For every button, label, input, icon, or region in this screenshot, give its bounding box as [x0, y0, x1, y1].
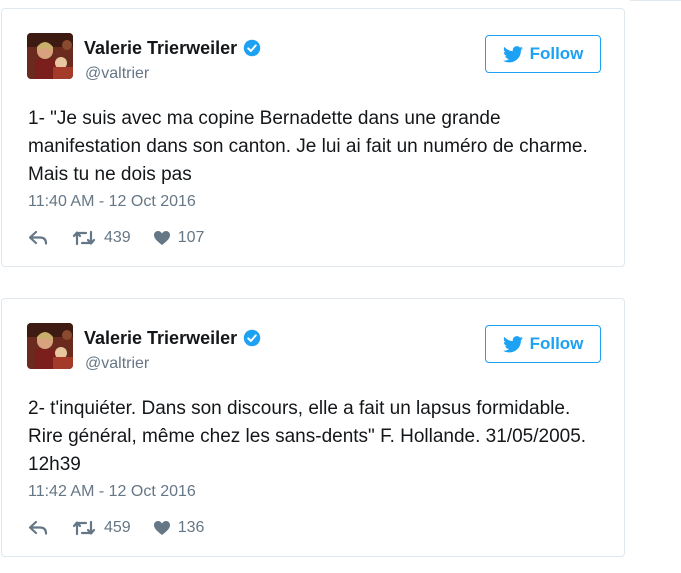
tweet-timestamp[interactable]: 11:42 AM - 12 Oct 2016	[28, 482, 196, 502]
top-divider	[630, 0, 681, 1]
tweet-actions: 459 136	[28, 517, 204, 539]
author-name-row: Valerie Trierweiler	[84, 37, 261, 59]
reply-icon	[28, 230, 48, 245]
verified-badge-icon	[243, 329, 261, 347]
retweet-count: 459	[104, 519, 131, 536]
reply-icon	[28, 520, 48, 535]
follow-label: Follow	[529, 44, 584, 63]
reply-button[interactable]	[28, 520, 50, 536]
like-button[interactable]: 107	[153, 229, 205, 247]
like-button[interactable]: 136	[153, 519, 205, 537]
twitter-bird-icon	[502, 45, 523, 62]
retweet-button[interactable]: 459	[72, 519, 131, 537]
retweet-icon	[72, 230, 96, 246]
tweet-card: Valerie Trierweiler @valtrier Follow 2- …	[1, 298, 625, 557]
retweet-button[interactable]: 439	[72, 229, 131, 247]
avatar[interactable]	[27, 323, 73, 369]
reply-button[interactable]	[28, 230, 50, 246]
author-name[interactable]: Valerie Trierweiler	[84, 327, 237, 349]
tweet-text: 2- t'inquiéter. Dans son discours, elle …	[28, 398, 587, 475]
tweet-text: 1- "Je suis avec ma copine Bernadette da…	[28, 108, 588, 185]
follow-label: Follow	[529, 334, 584, 353]
author-handle[interactable]: @valtrier	[85, 64, 149, 84]
follow-button[interactable]: Follow	[485, 325, 601, 363]
like-count: 136	[177, 519, 205, 536]
author-name[interactable]: Valerie Trierweiler	[84, 37, 237, 59]
tweet-actions: 439 107	[28, 227, 204, 249]
heart-icon	[153, 231, 170, 245]
retweet-icon	[72, 520, 96, 536]
like-count: 107	[177, 229, 205, 246]
author-name-row: Valerie Trierweiler	[84, 327, 261, 349]
retweet-count: 439	[104, 229, 131, 246]
twitter-bird-icon	[502, 335, 523, 352]
author-handle[interactable]: @valtrier	[85, 354, 149, 374]
follow-button[interactable]: Follow	[485, 35, 601, 73]
tweet-card: Valerie Trierweiler @valtrier Follow 1- …	[1, 8, 625, 267]
heart-icon	[153, 521, 170, 535]
verified-badge-icon	[243, 39, 261, 57]
tweet-timestamp[interactable]: 11:40 AM - 12 Oct 2016	[28, 192, 196, 212]
avatar[interactable]	[27, 33, 73, 79]
